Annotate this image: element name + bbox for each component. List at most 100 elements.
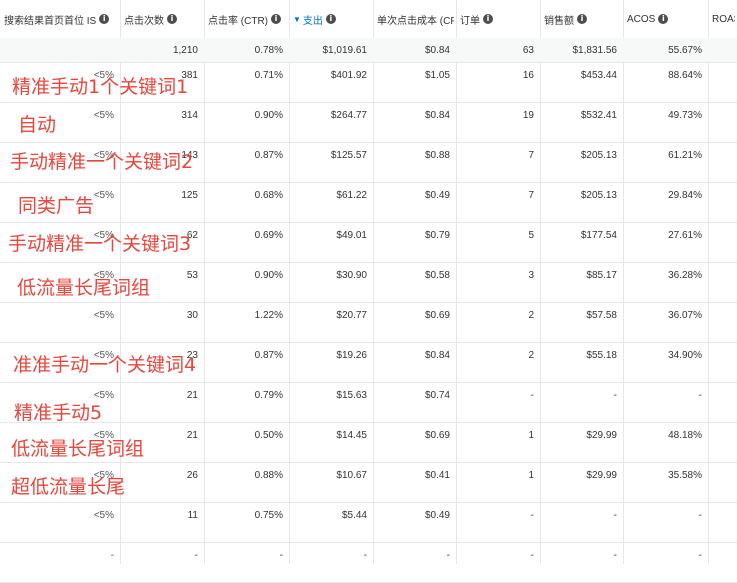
row-divider	[0, 542, 737, 543]
table-cell: $1.05	[424, 70, 450, 81]
table-cell: 0.71%	[254, 70, 283, 81]
column-divider	[456, 0, 457, 564]
sort-desc-icon: ▼	[293, 14, 301, 24]
info-icon[interactable]: i	[577, 14, 587, 24]
table-cell: -	[530, 510, 534, 521]
table-cell: 1	[528, 470, 534, 481]
table-cell: 7	[528, 150, 534, 161]
column-header-label: 订单	[460, 15, 480, 27]
table-cell: $264.77	[330, 110, 367, 121]
table-cell: $0.69	[424, 310, 450, 321]
table-cell: 0.87%	[254, 150, 283, 161]
table-cell: $0.79	[424, 230, 450, 241]
table-cell: <5%	[93, 110, 114, 121]
table-cell: $55.18	[586, 350, 617, 361]
annotation-3: 手动精准一个关键词2	[10, 151, 194, 173]
table-cell: 34.90%	[668, 350, 702, 361]
table-cell: -	[613, 390, 617, 401]
table-cell: -	[363, 550, 367, 561]
annotation-10: 超低流量长尾	[11, 476, 126, 498]
table-cell: -	[698, 510, 702, 521]
table-cell: $0.84	[424, 110, 450, 121]
annotation-5: 手动精准一个关键词3	[8, 233, 192, 255]
row-divider	[0, 382, 737, 383]
table-cell: $30.90	[336, 270, 367, 281]
table-cell: $532.41	[580, 110, 617, 121]
table-cell: 0.88%	[254, 470, 283, 481]
table-cell: $29.99	[586, 470, 617, 481]
table-cell: 5	[528, 230, 534, 241]
totals-cell: 63	[522, 45, 534, 56]
table-cell: -	[613, 550, 617, 561]
table-cell: $15.63	[336, 390, 367, 401]
column-header-3[interactable]: ▼ 支出 i	[293, 0, 371, 38]
row-divider	[0, 262, 737, 263]
table-cell: $61.22	[336, 190, 367, 201]
column-divider	[540, 0, 541, 564]
table-cell: 35.58%	[668, 470, 702, 481]
table-cell: -	[530, 390, 534, 401]
table-cell: $57.58	[586, 310, 617, 321]
info-icon[interactable]: i	[271, 14, 281, 24]
row-divider	[0, 182, 737, 183]
table-cell: $5.44	[341, 510, 367, 521]
info-icon[interactable]: i	[658, 14, 669, 24]
column-header-1[interactable]: 点击次数 i	[124, 0, 202, 38]
table-cell: 27.61%	[668, 230, 702, 241]
table-cell: $205.13	[580, 150, 617, 161]
table-cell: $0.88	[424, 150, 450, 161]
column-header-4[interactable]: 单次点击成本 (CPC)	[377, 0, 454, 38]
column-divider	[289, 0, 290, 564]
column-header-label: ACOS	[627, 13, 656, 25]
column-header-6[interactable]: 销售额 i	[544, 0, 621, 38]
column-header-0[interactable]: 搜索结果首页首位 IS i	[4, 0, 118, 38]
table-cell: -	[698, 550, 702, 561]
table-cell: 16	[522, 70, 534, 81]
column-header-5[interactable]: 订单 i	[460, 0, 538, 38]
table-cell: $125.57	[330, 150, 367, 161]
totals-cell: 0.78%	[254, 45, 283, 56]
table-cell: 0.75%	[254, 510, 283, 521]
table-cell: 0.50%	[254, 430, 283, 441]
table-cell: 53	[186, 270, 198, 281]
table-cell: 36.28%	[668, 270, 702, 281]
totals-cell: $1,831.56	[572, 45, 618, 56]
table-cell: <5%	[93, 510, 114, 521]
table-cell: $0.69	[424, 430, 450, 441]
info-icon[interactable]: i	[483, 14, 493, 24]
table-cell: 11	[187, 510, 198, 521]
table-cell: 314	[181, 110, 198, 121]
column-header-label: 单次点击成本 (CPC)	[377, 15, 454, 27]
totals-cell: 55.67%	[668, 45, 702, 56]
table-cell: 125	[181, 190, 198, 201]
table-cell: <5%	[93, 190, 114, 201]
table-cell: $205.13	[580, 190, 617, 201]
table-cell: $85.17	[586, 270, 617, 281]
annotation-1: 精准手动1个关键词1	[12, 76, 189, 98]
table-cell: 2	[528, 310, 534, 321]
table-cell: 0.87%	[254, 350, 283, 361]
column-header-7[interactable]: ACOS i	[627, 0, 706, 38]
column-header-2[interactable]: 点击率 (CTR) i	[208, 0, 287, 38]
table-cell: -	[279, 550, 283, 561]
row-divider	[0, 102, 737, 103]
info-icon[interactable]: i	[99, 14, 110, 24]
info-icon[interactable]: i	[167, 14, 177, 24]
totals-cell: $0.84	[424, 45, 450, 56]
column-divider	[623, 0, 624, 564]
table-cell: 0.68%	[254, 190, 283, 201]
annotation-2: 自动	[18, 114, 57, 136]
row-divider	[0, 142, 737, 143]
info-icon[interactable]: i	[325, 14, 336, 24]
table-cell: $453.44	[580, 70, 617, 81]
table-cell: -	[194, 550, 198, 561]
table-cell: -	[698, 390, 702, 401]
table-cell: 26	[186, 470, 198, 481]
table-cell: $0.74	[424, 390, 450, 401]
table-cell: 21	[186, 390, 198, 401]
annotation-7: 准准手动一个关键词4	[13, 354, 197, 376]
table-cell: $20.77	[336, 310, 367, 321]
table-cell: -	[110, 550, 114, 561]
column-header-8[interactable]: ROAS	[712, 0, 735, 38]
column-divider	[708, 0, 709, 564]
